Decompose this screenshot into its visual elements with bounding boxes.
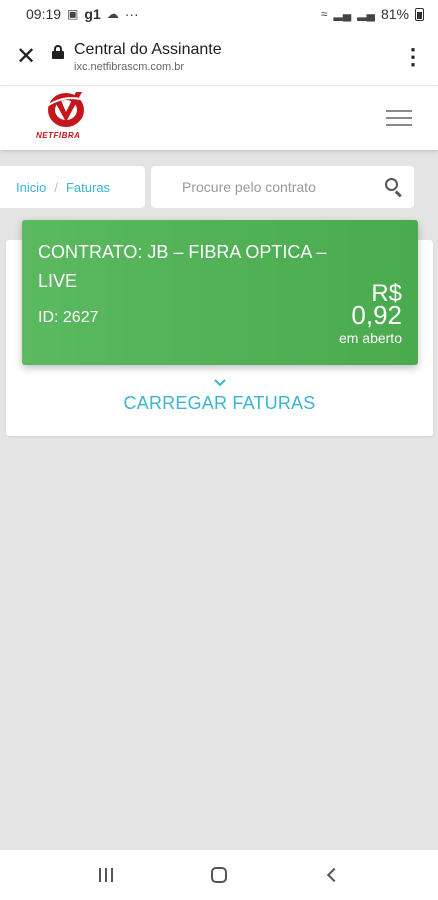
site-header: NETFIBRA	[0, 86, 438, 150]
home-icon	[210, 867, 227, 883]
contract-id: ID: 2627	[38, 309, 99, 326]
status-bar: 09:19 ▣ g1 ☁ ··· ≈ ▂▄ ▂▄ 81%	[0, 0, 438, 28]
url-block[interactable]: Central do Assinante ixc.netfibrascm.com…	[74, 41, 388, 73]
breadcrumb-separator: /	[54, 179, 58, 195]
recent-apps-icon	[99, 868, 114, 882]
search-input[interactable]	[151, 179, 376, 195]
system-nav-bar	[0, 850, 438, 900]
gallery-icon: ▣	[67, 7, 79, 21]
signal-icon: ▂▄	[333, 7, 352, 21]
battery-icon	[415, 7, 424, 21]
contract-search	[151, 166, 414, 208]
signal-icon-2: ▂▄	[357, 7, 375, 21]
battery-percent: 81%	[380, 6, 409, 22]
back-button[interactable]	[312, 855, 352, 895]
browser-toolbar: ✕ Central do Assinante ixc.netfibrascm.c…	[0, 28, 438, 86]
breadcrumb-item-faturas[interactable]: Faturas	[66, 180, 110, 195]
status-time: 09:19	[26, 6, 62, 22]
amount-value: 0,92	[351, 300, 402, 330]
breadcrumb-item-inicio[interactable]: Inicio	[16, 180, 46, 195]
home-button[interactable]	[199, 855, 239, 895]
contract-card[interactable]: CONTRATO: JB – FIBRA OPTICA – LIVE ID: 2…	[22, 220, 418, 365]
wifi-icon: ≈	[320, 7, 328, 21]
page-url: ixc.netfibrascm.com.br	[74, 60, 185, 73]
carrier-label: g1	[84, 6, 101, 22]
hamburger-menu-icon[interactable]	[386, 110, 412, 126]
close-tab-button[interactable]: ✕	[0, 42, 52, 71]
status-right: ≈ ▂▄ ▂▄ 81%	[321, 6, 424, 22]
recent-apps-button[interactable]	[86, 855, 126, 895]
chevron-down-icon	[213, 379, 226, 387]
breadcrumb: Inicio / Faturas	[0, 166, 145, 208]
amount-status: em aberto	[338, 330, 402, 346]
back-icon	[326, 867, 341, 883]
page-title: Central do Assinante	[74, 40, 222, 58]
search-icon[interactable]	[376, 166, 414, 208]
cloud-icon: ☁	[106, 7, 119, 21]
more-notifications: ···	[124, 6, 139, 22]
lock-icon[interactable]	[52, 44, 64, 59]
browser-menu-button[interactable]: ⋮	[388, 45, 438, 68]
load-invoices-button[interactable]: CARREGAR FATURAS	[6, 378, 433, 428]
logo-text: NETFIBRA	[36, 131, 81, 140]
status-left: 09:19 ▣ g1 ☁ ···	[26, 6, 139, 22]
load-invoices-label: CARREGAR FATURAS	[123, 393, 316, 413]
contract-name: CONTRATO: JB – FIBRA OPTICA – LIVE	[38, 242, 327, 291]
